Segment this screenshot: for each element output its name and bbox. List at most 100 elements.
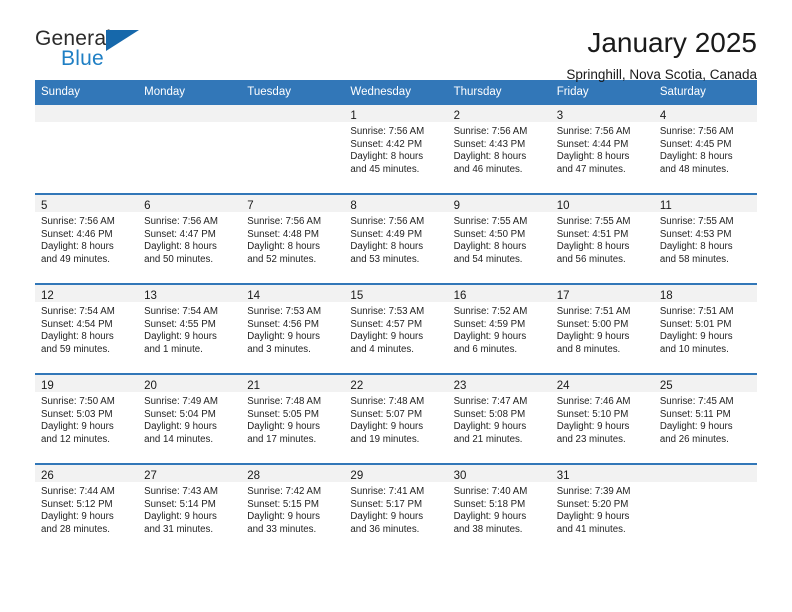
calendar-day-cell[interactable]: 24 Sunrise: 7:46 AM Sunset: 5:10 PM Dayligh… (550, 375, 654, 463)
calendar-week-row: 1 Sunrise: 7:56 AM Sunset: 4:42 PM Daylight… (35, 105, 757, 193)
calendar-day-cell[interactable]: 27 Sunrise: 7:43 AM Sunset: 5:14 PM Dayligh… (138, 465, 242, 553)
day-sun-info: Sunrise: 7:55 AM Sunset: 4:51 PM Daylight:… (551, 212, 654, 266)
calendar-day-cell[interactable]: 12 Sunrise: 7:54 AM Sunset: 4:54 PM Dayligh… (35, 285, 139, 373)
sunset-text: Sunset: 4:42 PM (350, 138, 423, 150)
calendar-day-cell[interactable]: 26 Sunrise: 7:44 AM Sunset: 5:12 PM Dayligh… (35, 465, 139, 553)
day-number: 12 (41, 290, 54, 302)
daylight-text-line1: Daylight: 9 hours (144, 331, 217, 343)
day-number: 11 (659, 200, 672, 212)
day-number: 17 (556, 290, 570, 302)
day-number-band: 27 (138, 465, 242, 482)
sunrise-text: Sunrise: 7:51 AM (556, 306, 631, 317)
daylight-text-line1: Daylight: 9 hours (41, 511, 114, 523)
calendar-weeks: 1 Sunrise: 7:56 AM Sunset: 4:42 PM Daylight… (35, 105, 757, 553)
calendar-day-cell[interactable]: 17 Sunrise: 7:51 AM Sunset: 5:00 PM Dayligh… (550, 285, 654, 373)
calendar-day-cell[interactable]: 5 Sunrise: 7:56 AM Sunset: 4:46 PM Daylight… (35, 195, 139, 283)
day-sun-info: Sunrise: 7:47 AM Sunset: 5:08 PM Daylight:… (448, 392, 551, 446)
weekday-header-tuesday: Tuesday (247, 86, 291, 98)
day-number-band: 13 (138, 285, 242, 302)
day-sun-info: Sunrise: 7:56 AM Sunset: 4:43 PM Daylight:… (448, 122, 551, 176)
sunrise-text: Sunrise: 7:56 AM (41, 216, 115, 227)
sunset-text: Sunset: 4:56 PM (247, 318, 319, 330)
daylight-text-line2: and 46 minutes. (453, 163, 523, 175)
title-block: January 2025 Springhill, Nova Scotia, Ca… (566, 27, 757, 85)
day-number: 24 (556, 380, 570, 392)
day-number: 3 (556, 110, 564, 122)
daylight-text-line2: and 48 minutes. (659, 163, 729, 175)
calendar-day-cell[interactable]: 9 Sunrise: 7:55 AM Sunset: 4:50 PM Daylight… (447, 195, 551, 283)
calendar-day-cell[interactable]: 28 Sunrise: 7:42 AM Sunset: 5:15 PM Dayligh… (241, 465, 345, 553)
day-number-band: 19 (35, 375, 139, 392)
daylight-text-line2: and 52 minutes. (247, 253, 317, 265)
daylight-text-line1: Daylight: 8 hours (659, 241, 733, 253)
daylight-text-line2: and 19 minutes. (350, 433, 420, 445)
day-number: 18 (659, 290, 673, 302)
calendar-day-cell[interactable]: 18 Sunrise: 7:51 AM Sunset: 5:01 PM Dayligh… (653, 285, 757, 373)
day-number: 27 (144, 470, 157, 482)
sunrise-text: Sunrise: 7:55 AM (453, 216, 528, 227)
calendar-day-cell[interactable]: 21 Sunrise: 7:48 AM Sunset: 5:05 PM Dayligh… (241, 375, 345, 463)
day-sun-info: Sunrise: 7:48 AM Sunset: 5:07 PM Daylight:… (344, 392, 447, 446)
calendar-day-cell[interactable]: 11 Sunrise: 7:55 AM Sunset: 4:53 PM Dayligh… (653, 195, 757, 283)
sunset-text: Sunset: 5:11 PM (659, 408, 731, 420)
day-sun-info: Sunrise: 7:48 AM Sunset: 5:05 PM Daylight:… (241, 392, 344, 446)
general-blue-logo[interactable]: General Blue (35, 27, 145, 75)
day-number: 31 (556, 470, 570, 482)
day-number: 20 (144, 380, 157, 392)
weekday-header-sunday: Sunday (41, 86, 81, 98)
daylight-text-line1: Daylight: 9 hours (659, 421, 733, 433)
daylight-text-line1: Daylight: 8 hours (41, 241, 114, 253)
daylight-text-line1: Daylight: 8 hours (41, 331, 114, 343)
calendar-week-row: 12 Sunrise: 7:54 AM Sunset: 4:54 PM Dayligh… (35, 283, 757, 373)
daylight-text-line2: and 12 minutes. (41, 433, 110, 445)
calendar-day-cell[interactable]: 2 Sunrise: 7:56 AM Sunset: 4:43 PM Daylight… (447, 105, 551, 193)
daylight-text-line1: Daylight: 9 hours (453, 511, 527, 523)
sunset-text: Sunset: 5:12 PM (41, 498, 113, 510)
day-number-band (653, 465, 757, 482)
calendar-day-cell[interactable]: 10 Sunrise: 7:55 AM Sunset: 4:51 PM Dayligh… (550, 195, 654, 283)
daylight-text-line2: and 56 minutes. (556, 253, 626, 265)
day-number: 15 (350, 290, 364, 302)
calendar-day-cell[interactable]: 3 Sunrise: 7:56 AM Sunset: 4:44 PM Daylight… (550, 105, 654, 193)
logo-triangle-icon (106, 30, 139, 51)
weekday-header-saturday: Saturday (659, 86, 706, 98)
calendar-day-cell[interactable]: 23 Sunrise: 7:47 AM Sunset: 5:08 PM Dayligh… (447, 375, 551, 463)
calendar-day-cell[interactable]: 4 Sunrise: 7:56 AM Sunset: 4:45 PM Daylight… (653, 105, 757, 193)
calendar-day-cell[interactable]: 22 Sunrise: 7:48 AM Sunset: 5:07 PM Dayligh… (344, 375, 448, 463)
day-number: 10 (556, 200, 570, 212)
daylight-text-line2: and 38 minutes. (453, 523, 523, 535)
day-sun-info: Sunrise: 7:53 AM Sunset: 4:57 PM Daylight:… (344, 302, 447, 356)
day-sun-info: Sunrise: 7:50 AM Sunset: 5:03 PM Daylight:… (35, 392, 138, 446)
daylight-text-line1: Daylight: 9 hours (453, 331, 527, 343)
calendar-day-cell[interactable]: 20 Sunrise: 7:49 AM Sunset: 5:04 PM Dayligh… (138, 375, 242, 463)
sunrise-text: Sunrise: 7:49 AM (144, 396, 218, 407)
sunrise-text: Sunrise: 7:56 AM (453, 126, 528, 137)
calendar-day-cell[interactable]: 25 Sunrise: 7:45 AM Sunset: 5:11 PM Dayligh… (653, 375, 757, 463)
calendar-day-cell[interactable]: 30 Sunrise: 7:40 AM Sunset: 5:18 PM Dayligh… (447, 465, 551, 553)
daylight-text-line2: and 41 minutes. (556, 523, 626, 535)
sunset-text: Sunset: 5:20 PM (556, 498, 629, 510)
calendar-day-cell[interactable]: 15 Sunrise: 7:53 AM Sunset: 4:57 PM Dayligh… (344, 285, 448, 373)
calendar-day-cell[interactable]: 13 Sunrise: 7:54 AM Sunset: 4:55 PM Dayligh… (138, 285, 242, 373)
calendar-day-cell[interactable]: 16 Sunrise: 7:52 AM Sunset: 4:59 PM Dayligh… (447, 285, 551, 373)
daylight-text-line2: and 21 minutes. (453, 433, 523, 445)
daylight-text-line1: Daylight: 8 hours (144, 241, 217, 253)
calendar-day-cell[interactable]: 29 Sunrise: 7:41 AM Sunset: 5:17 PM Dayligh… (344, 465, 448, 553)
day-number-band: 24 (550, 375, 654, 392)
calendar-day-cell[interactable]: 8 Sunrise: 7:56 AM Sunset: 4:49 PM Daylight… (344, 195, 448, 283)
day-sun-info: Sunrise: 7:51 AM Sunset: 5:00 PM Daylight:… (551, 302, 654, 356)
calendar-day-cell[interactable]: 31 Sunrise: 7:39 AM Sunset: 5:20 PM Dayligh… (550, 465, 654, 553)
day-sun-info: Sunrise: 7:45 AM Sunset: 5:11 PM Daylight:… (654, 392, 757, 446)
day-number: 21 (247, 380, 261, 392)
sunrise-text: Sunrise: 7:54 AM (144, 306, 218, 317)
calendar-day-cell[interactable]: 1 Sunrise: 7:56 AM Sunset: 4:42 PM Daylight… (344, 105, 448, 193)
daylight-text-line2: and 47 minutes. (556, 163, 626, 175)
daylight-text-line1: Daylight: 9 hours (350, 331, 424, 343)
day-number: 4 (659, 110, 667, 122)
calendar-day-cell[interactable]: 14 Sunrise: 7:53 AM Sunset: 4:56 PM Dayligh… (241, 285, 345, 373)
calendar-day-cell[interactable]: 7 Sunrise: 7:56 AM Sunset: 4:48 PM Daylight… (241, 195, 345, 283)
calendar-day-cell[interactable]: 6 Sunrise: 7:56 AM Sunset: 4:47 PM Daylight… (138, 195, 242, 283)
calendar-day-cell[interactable]: 19 Sunrise: 7:50 AM Sunset: 5:03 PM Dayligh… (35, 375, 139, 463)
sunset-text: Sunset: 5:14 PM (144, 498, 216, 510)
day-number-band: 1 (344, 105, 448, 122)
